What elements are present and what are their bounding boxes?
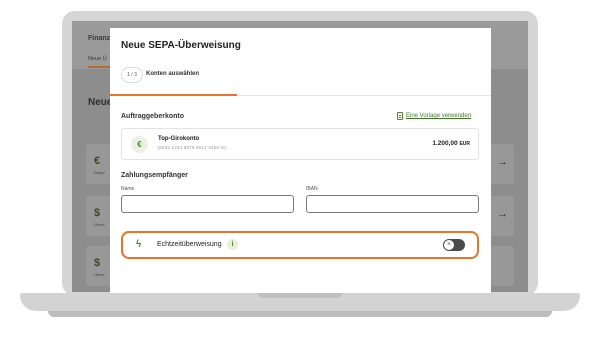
use-template-link-label: Eine Vorlage verwenden — [406, 113, 472, 119]
instant-transfer-label: Echtzeitüberweisung — [157, 241, 222, 248]
account-name: Top-Girokonto — [158, 136, 200, 142]
info-icon[interactable]: i — [227, 239, 238, 250]
background-app-title: Finanz — [88, 35, 111, 42]
dollar-icon: $ — [94, 207, 101, 219]
arrow-right-icon: → — [497, 156, 508, 168]
account-balance: 1.200,00 EUR — [432, 140, 470, 147]
arrow-right-icon: → — [497, 208, 508, 220]
background-card-subtext: Übers — [94, 222, 105, 227]
laptop-base-shadow — [48, 311, 552, 317]
document-icon — [397, 112, 403, 120]
step-label: Konten auswählen — [146, 71, 200, 77]
payee-section-label: Zahlungsempfänger — [121, 172, 188, 179]
name-field-label: Name — [121, 186, 135, 192]
sepa-transfer-modal: Neue SEPA-Überweisung 1 / 3 Konten auswä… — [110, 28, 491, 293]
background-heading: Neue — [88, 97, 113, 108]
background-card-subtext: Übers — [94, 272, 105, 277]
payer-section-label: Auftraggeberkonto — [121, 113, 184, 120]
step-indicator: 1 / 3 — [121, 67, 143, 83]
step-progress-fill — [110, 94, 237, 96]
toggle-off-icon: × — [444, 240, 454, 250]
account-balance-amount: 1.200,00 — [432, 140, 458, 147]
euro-icon: € — [131, 136, 148, 153]
payee-name-input[interactable] — [121, 195, 294, 213]
payee-iban-input[interactable] — [306, 195, 479, 213]
dollar-icon: $ — [94, 257, 101, 269]
instant-transfer-toggle[interactable]: × — [443, 239, 465, 251]
background-tab: Neue Ü — [88, 56, 107, 62]
payer-account-card[interactable]: € Top-Girokonto DE93 1234 5678 9012 3456… — [121, 128, 479, 160]
instant-transfer-icon: ϟ — [136, 239, 142, 250]
account-iban: DE93 1234 5678 9012 3456 00 — [158, 145, 226, 150]
account-balance-currency: EUR — [459, 141, 470, 147]
instant-transfer-option[interactable]: ϟ Echtzeitüberweisung i × — [121, 231, 479, 259]
modal-title: Neue SEPA-Überweisung — [121, 40, 241, 51]
iban-field-label: IBAN — [306, 186, 318, 192]
euro-icon: € — [94, 155, 101, 167]
laptop-notch — [258, 293, 342, 298]
background-card-subtext: Stand — [94, 170, 105, 175]
background-tab-underline — [88, 66, 110, 68]
use-template-link[interactable]: Eine Vorlage verwenden — [397, 112, 471, 120]
